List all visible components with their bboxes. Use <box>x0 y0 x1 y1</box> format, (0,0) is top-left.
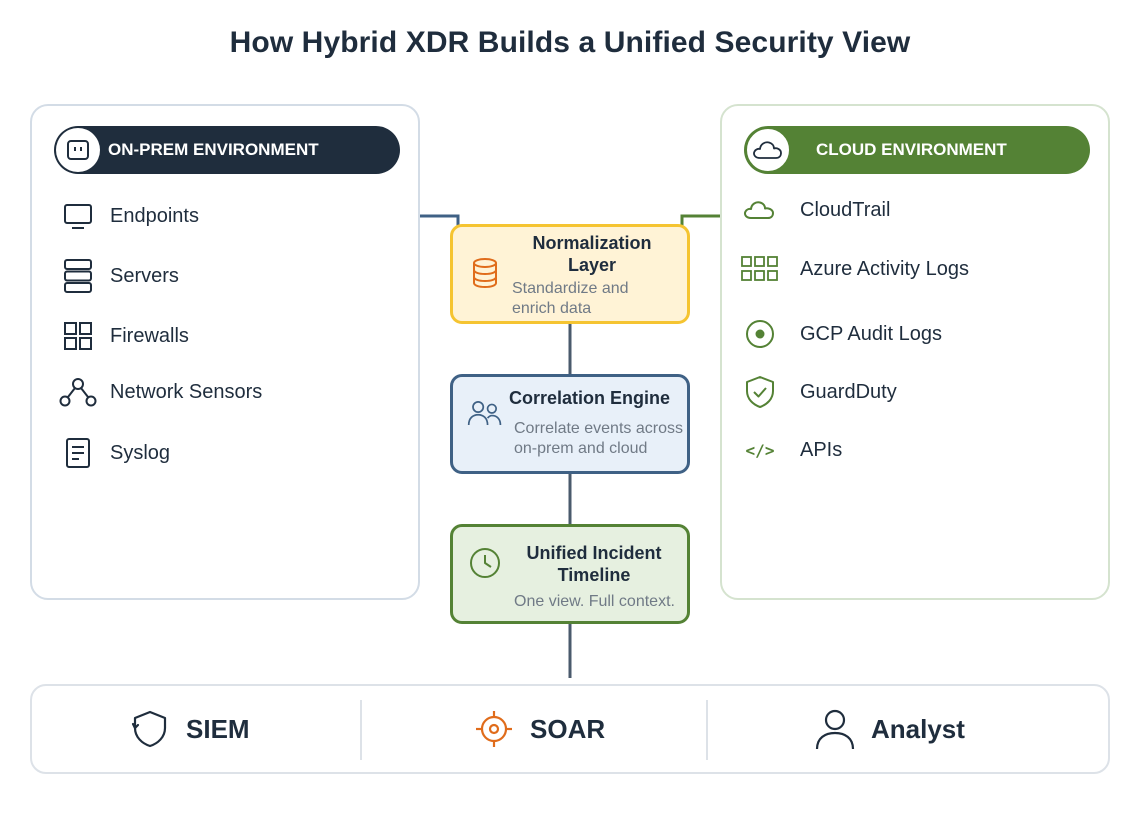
output-soar: SOAR <box>472 686 605 772</box>
code-glyph: </> <box>745 440 775 460</box>
outputs-divider <box>706 700 708 760</box>
cloud-icon <box>746 128 790 172</box>
cloud-item-label: APIs <box>800 438 843 461</box>
server-box-icon <box>56 128 100 172</box>
output-label: SOAR <box>530 713 606 744</box>
normalization-desc: Standardize and enrich data <box>512 279 629 319</box>
correlation-title: Correlation Engine <box>509 388 671 408</box>
page-title: How Hybrid XDR Builds a Unified Security… <box>229 26 911 59</box>
cloud-item-apis: </> APIs <box>740 430 843 470</box>
crosshair-icon <box>472 707 516 751</box>
on-prem-item-servers: Servers <box>58 256 179 296</box>
on-prem-header-label: ON-PREM ENVIRONMENT <box>108 140 319 159</box>
users-icon <box>467 395 503 431</box>
output-label: SIEM <box>186 713 250 744</box>
cloud-item-label: GCP Audit Logs <box>800 322 942 345</box>
target-dot-icon <box>740 314 780 354</box>
on-prem-item-label: Servers <box>110 264 179 287</box>
on-prem-item-label: Firewalls <box>110 324 189 347</box>
onprem-connector <box>420 214 460 226</box>
output-siem: SIEM <box>128 686 250 772</box>
shield-check-icon <box>740 372 780 412</box>
cloud-item-guardduty: GuardDuty <box>740 372 897 412</box>
cloud-connector <box>680 214 720 226</box>
on-prem-item-syslog: Syslog <box>58 433 170 473</box>
normalization-desc-line: Standardize and <box>512 280 629 297</box>
grid-blocks-icon <box>58 316 98 356</box>
cloud-icon <box>740 190 780 230</box>
monitor-icon <box>58 196 98 236</box>
cloud-item-label: GuardDuty <box>800 380 897 403</box>
on-prem-item-label: Endpoints <box>110 204 199 227</box>
normalization-title: Normalization Layer <box>532 233 652 275</box>
server-stack-icon <box>58 256 98 296</box>
normalization-desc-line: enrich data <box>512 300 592 317</box>
cloud-item-label: CloudTrail <box>800 198 891 221</box>
clock-icon <box>467 545 503 581</box>
on-prem-panel: ON-PREM ENVIRONMENT Endpoints Servers Fi… <box>30 104 420 600</box>
correlation-desc: Correlate events across on-prem and clou… <box>514 419 683 459</box>
unified-incident-timeline-box: Unified Incident Timeline One view. Full… <box>450 524 690 624</box>
timeline-title: Unified Incident Timeline <box>526 543 662 585</box>
database-icon <box>467 255 503 291</box>
correlation-desc-line: on-prem and cloud <box>514 440 648 457</box>
tiles-icon <box>740 249 780 289</box>
cloud-item-cloudtrail: CloudTrail <box>740 190 890 230</box>
cloud-panel: CLOUD ENVIRONMENT CloudTrail Azure Activ… <box>720 104 1110 600</box>
on-prem-item-endpoints: Endpoints <box>58 196 199 236</box>
on-prem-header: ON-PREM ENVIRONMENT <box>54 126 400 174</box>
cloud-header: CLOUD ENVIRONMENT <box>744 126 1090 174</box>
cloud-item-label: Azure Activity Logs <box>800 257 969 280</box>
person-icon <box>813 707 857 751</box>
normalization-layer-box: Normalization Layer Standardize and enri… <box>450 224 690 324</box>
cloud-header-label: CLOUD ENVIRONMENT <box>816 140 1007 159</box>
outputs-divider <box>360 700 362 760</box>
on-prem-item-label: Network Sensors <box>110 380 263 403</box>
timeline-desc: One view. Full context. <box>514 593 675 610</box>
on-prem-item-label: Syslog <box>110 441 171 464</box>
cloud-item-azure-activity-logs: Azure Activity Logs <box>740 249 969 289</box>
correlation-desc-line: Correlate events across <box>514 420 683 437</box>
on-prem-item-firewalls: Firewalls <box>58 316 189 356</box>
shield-refresh-icon <box>128 707 172 751</box>
output-analyst: Analyst <box>813 686 965 772</box>
outputs-bar: SIEM SOAR Analyst <box>30 684 1110 774</box>
document-icon <box>58 433 98 473</box>
cloud-item-gcp-audit-logs: GCP Audit Logs <box>740 314 942 354</box>
code-icon: </> <box>740 430 780 470</box>
network-nodes-icon <box>58 372 98 412</box>
on-prem-item-network-sensors: Network Sensors <box>58 372 262 412</box>
output-label: Analyst <box>871 713 965 744</box>
correlation-engine-box: Correlation Engine Correlate events acro… <box>450 374 690 474</box>
